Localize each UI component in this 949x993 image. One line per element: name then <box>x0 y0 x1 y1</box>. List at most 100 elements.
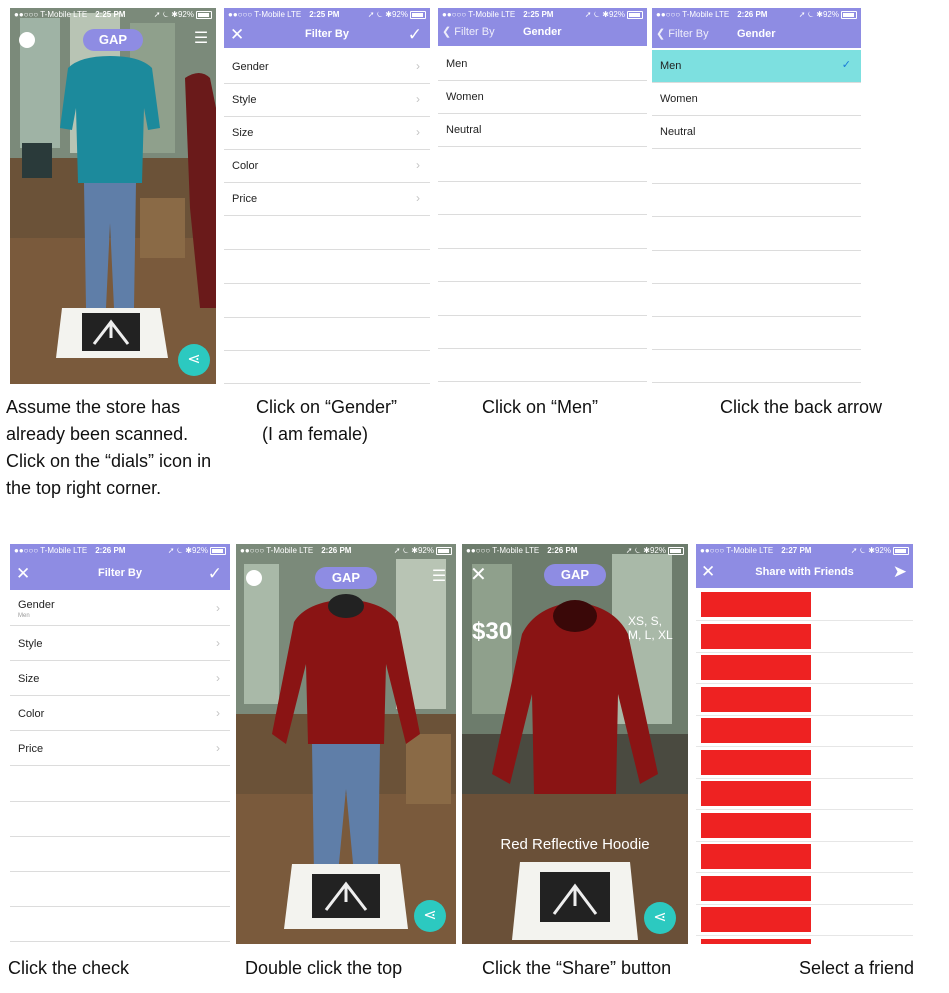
divider <box>438 248 647 249</box>
filter-row-gender[interactable]: Gender › <box>224 51 430 84</box>
filter-row-style[interactable]: Style › <box>224 84 430 117</box>
friend-row[interactable] <box>696 653 913 684</box>
status-bar: ●●○○○ T-Mobile LTE 2:25 PM ➚ ⏾ ✱ 92% <box>224 8 430 21</box>
check-icon[interactable]: ✓ <box>208 557 222 590</box>
caption-step-4: Click the back arrow <box>720 397 883 417</box>
friend-name-redacted <box>701 592 811 617</box>
dials-icon[interactable]: ☰ <box>430 568 448 586</box>
gender-option-women[interactable]: Women <box>438 81 647 114</box>
price-label: $30 <box>472 618 513 645</box>
nav-bar: ✕ Share with Friends ➤ <box>696 556 913 588</box>
filter-row-gender[interactable]: Gender Men › <box>10 591 230 626</box>
filter-row-style[interactable]: Style › <box>10 626 230 661</box>
chevron-right-icon: › <box>216 601 220 615</box>
share-button[interactable]: ⋖ <box>644 902 676 934</box>
ar-camera-view <box>236 544 456 944</box>
store-brand-button[interactable]: GAP <box>544 564 606 586</box>
caption-step-8: Select a friend <box>799 958 915 978</box>
close-icon[interactable]: ✕ <box>470 562 487 587</box>
filter-row-size[interactable]: Size › <box>10 661 230 696</box>
friend-row[interactable] <box>696 905 913 936</box>
gender-option-women[interactable]: Women <box>652 83 861 116</box>
status-bar: ●●○○○ T-Mobile LTE 2:26 PM ➚ ⏾ ✱ 92% <box>652 8 861 21</box>
chevron-right-icon: › <box>216 706 220 720</box>
chevron-right-icon: › <box>416 59 420 73</box>
caption-step-2: Click on “Gender” (I am female) <box>256 397 398 444</box>
friend-row[interactable] <box>696 779 913 810</box>
phone-icon[interactable] <box>19 32 35 48</box>
gender-option-men[interactable]: Men ✓ <box>652 50 861 83</box>
friend-name-redacted <box>701 907 811 932</box>
nav-title: Share with Friends <box>755 566 854 578</box>
back-button[interactable]: ❮ Filter By <box>442 19 495 46</box>
friend-row[interactable] <box>696 874 913 905</box>
filter-row-color[interactable]: Color › <box>224 150 430 183</box>
dials-icon[interactable]: ☰ <box>192 30 210 48</box>
back-button[interactable]: ❮ Filter By <box>656 21 709 48</box>
chevron-right-icon: › <box>416 92 420 106</box>
status-bar: ●●○○○ T-Mobile LTE 2:25 PM ➚ ⏾ ✱ 92% <box>10 8 216 21</box>
caption-step-1: Assume the store has already been scanned… <box>6 397 212 498</box>
divider <box>224 383 430 384</box>
chevron-right-icon: › <box>216 671 220 685</box>
screen-share-friends: ●●○○○ T-Mobile LTE 2:27 PM ➚ ⏾ ✱ 92% ✕ S… <box>696 544 913 944</box>
send-icon[interactable]: ➤ <box>893 556 907 588</box>
nav-title: Filter By <box>304 28 349 40</box>
friend-row[interactable] <box>696 842 913 873</box>
friend-row[interactable] <box>696 716 913 747</box>
divider <box>652 382 861 383</box>
friend-row[interactable] <box>696 590 913 621</box>
friend-row[interactable] <box>696 622 913 653</box>
share-button[interactable]: ⋖ <box>414 900 446 932</box>
filter-row-price[interactable]: Price › <box>224 183 430 216</box>
friend-name-redacted <box>701 718 811 743</box>
divider <box>652 216 861 217</box>
filter-row-size[interactable]: Size › <box>224 117 430 150</box>
checkmark-icon: ✓ <box>841 59 851 71</box>
status-bar: ●●○○○ T-Mobile LTE 2:26 PM ➚ ⏾ ✱ 92% <box>10 544 230 557</box>
chevron-right-icon: › <box>416 191 420 205</box>
friend-row[interactable] <box>696 811 913 842</box>
caption-step-3: Click on “Men” <box>482 397 599 417</box>
ar-camera-view <box>462 544 688 944</box>
check-icon[interactable]: ✓ <box>408 21 422 48</box>
filter-row-color[interactable]: Color › <box>10 696 230 731</box>
screen-gender: ●●○○○ T-Mobile LTE 2:25 PM ➚ ⏾ ✱ 92% ❮ F… <box>438 8 647 384</box>
friend-row[interactable] <box>696 937 913 944</box>
divider <box>438 315 647 316</box>
status-bar: ●●○○○ T-Mobile LTE 2:26 PM ➚ ⏾ ✱ 92% <box>462 544 688 557</box>
divider <box>438 281 647 282</box>
divider <box>10 941 230 942</box>
friend-name-redacted <box>701 623 811 649</box>
divider <box>652 183 861 184</box>
ar-camera-view <box>10 8 216 384</box>
divider <box>652 316 861 317</box>
divider <box>10 801 230 802</box>
store-brand-button[interactable]: GAP <box>315 567 377 589</box>
store-brand-button[interactable]: GAP <box>83 29 143 51</box>
filter-row-price[interactable]: Price › <box>10 731 230 766</box>
gender-option-neutral[interactable]: Neutral <box>438 114 647 147</box>
gender-option-men[interactable]: Men <box>438 48 647 81</box>
friend-name-redacted <box>701 749 811 775</box>
nav-bar: ✕ Filter By ✓ <box>224 21 430 48</box>
screen-ar-scene-1: ●●○○○ T-Mobile LTE 2:25 PM ➚ ⏾ ✱ 92% GAP… <box>10 8 216 384</box>
divider <box>438 381 647 382</box>
phone-icon[interactable] <box>246 570 262 586</box>
divider <box>438 214 647 215</box>
divider <box>10 871 230 872</box>
share-button[interactable]: ⋖ <box>178 344 210 376</box>
screen-gender-selected: ●●○○○ T-Mobile LTE 2:26 PM ➚ ⏾ ✱ 92% ❮ F… <box>652 8 861 384</box>
product-name: Red Reflective Hoodie <box>500 836 650 853</box>
chevron-right-icon: › <box>216 741 220 755</box>
divider <box>652 349 861 350</box>
sizes-label: XS, S, M, L, XL <box>628 614 673 642</box>
friend-name-redacted <box>701 686 811 712</box>
friend-row[interactable] <box>696 685 913 716</box>
divider <box>10 836 230 837</box>
screen-product-detail: ●●○○○ T-Mobile LTE 2:26 PM ➚ ⏾ ✱ 92% ✕ G… <box>462 544 688 944</box>
friend-name-redacted <box>701 812 811 838</box>
nav-title: Gender <box>523 26 562 38</box>
friend-row[interactable] <box>696 748 913 779</box>
gender-option-neutral[interactable]: Neutral <box>652 116 861 149</box>
